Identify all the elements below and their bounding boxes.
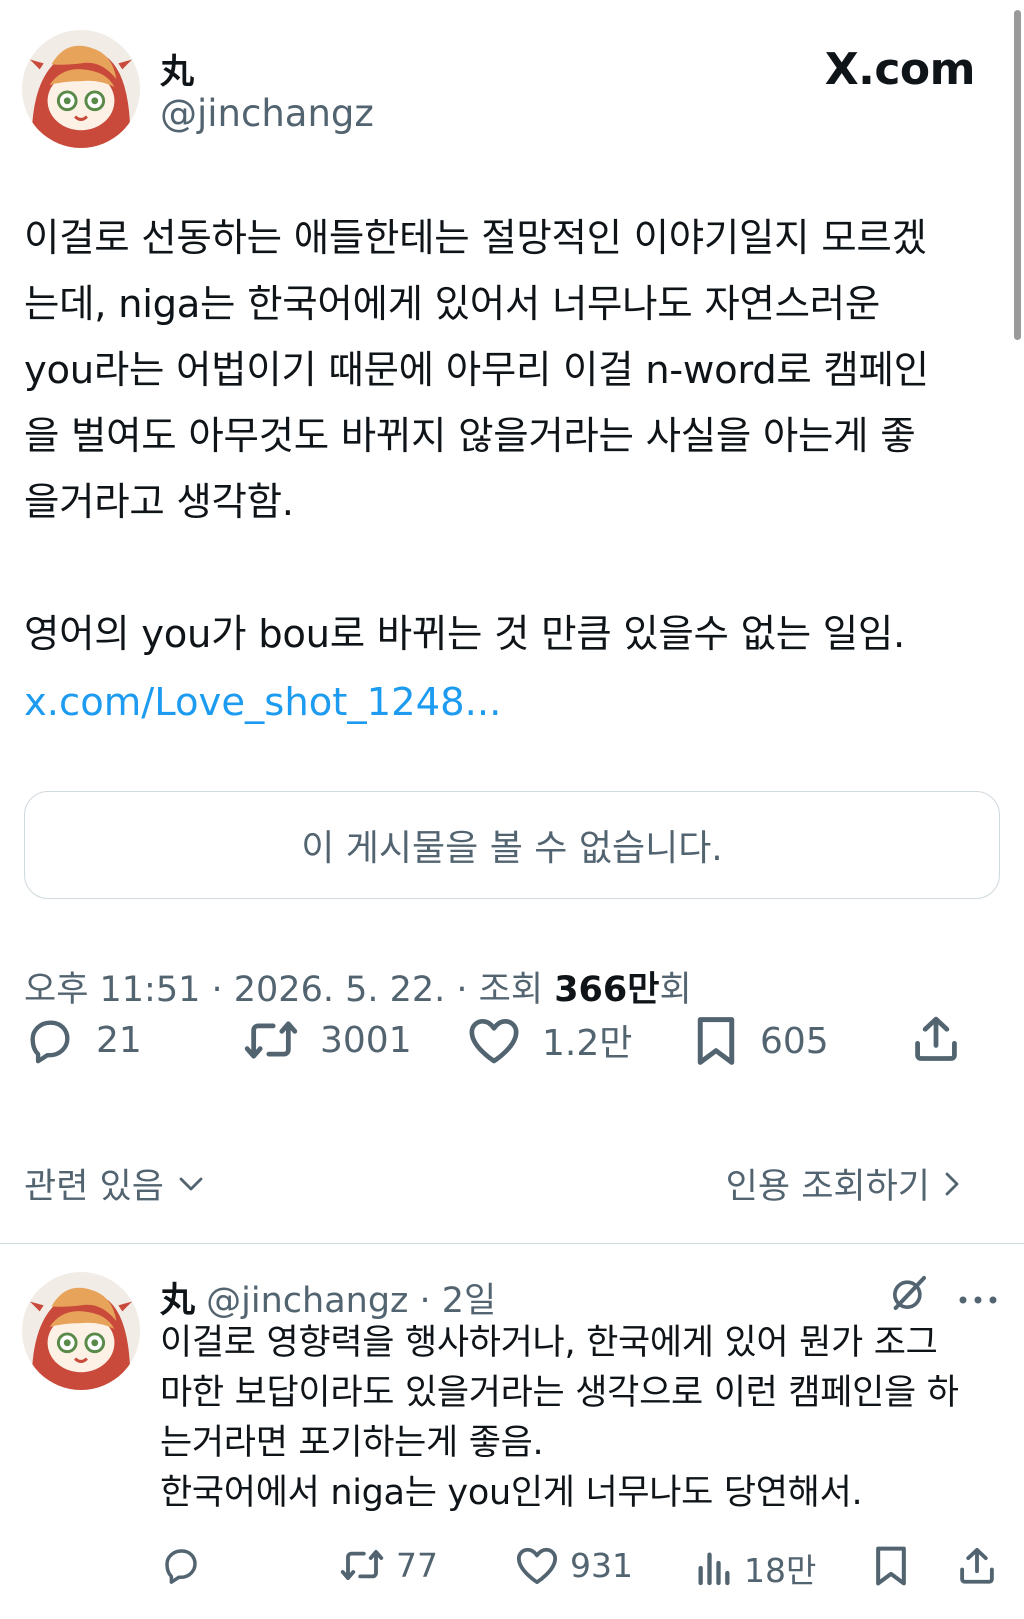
reply-text: 이걸로 영향력을 행사하거나, 한국에게 있어 뭔가 조그 마한 보답이라도 있…: [160, 1323, 959, 1513]
repost-count: 3001: [320, 1019, 412, 1061]
reply-reply-button[interactable]: [160, 1544, 202, 1586]
reply-views-button[interactable]: 18만: [694, 1544, 816, 1592]
like-count: 1.2만: [542, 1023, 633, 1064]
reply-like-count: 931: [570, 1545, 633, 1585]
quote-views-label: 인용 조회하기: [725, 1167, 930, 1207]
heart-icon: [516, 1547, 558, 1585]
reply-display-name[interactable]: 丸: [160, 1281, 195, 1321]
reply-author-avatar[interactable]: [22, 1272, 140, 1390]
analytics-icon: [698, 1552, 730, 1586]
brand-text: X.com: [824, 44, 976, 95]
grok-button[interactable]: [889, 1273, 929, 1317]
bookmark-icon: [697, 1017, 735, 1065]
reply-like-button[interactable]: 931: [514, 1544, 633, 1586]
view-count[interactable]: 366만: [554, 970, 659, 1010]
post-meta: 오후 11:51 · 2026. 5. 22. · 조회 366만회: [24, 961, 692, 1012]
reply-repost-button[interactable]: 77: [338, 1544, 438, 1586]
reply-header: 丸 @jinchangz · 2일: [160, 1272, 496, 1323]
bookmark-button[interactable]: 605: [692, 1014, 829, 1068]
bookmark-icon: [876, 1546, 906, 1586]
repost-icon: [244, 1021, 298, 1059]
heart-icon: [469, 1019, 519, 1064]
author-avatar[interactable]: [22, 30, 140, 148]
bookmark-count: 605: [760, 1020, 829, 1062]
repost-button[interactable]: 3001: [242, 1014, 412, 1066]
post-text: 이걸로 선동하는 애들한테는 절망적인 이야기일지 모르겠 는데, niga는 …: [24, 216, 929, 657]
section-divider: [0, 1243, 1024, 1244]
quote-views-link[interactable]: 인용 조회하기: [726, 1158, 960, 1209]
grok-icon: [893, 1276, 926, 1310]
post-timestamp: 오후 11:51 · 2026. 5. 22. · 조회: [24, 970, 555, 1010]
post-link[interactable]: x.com/Love_shot_1248...: [24, 670, 501, 736]
related-toggle[interactable]: 관련 있음: [24, 1158, 204, 1209]
avatar-illustration: [22, 30, 140, 148]
share-icon: [960, 1547, 994, 1584]
repost-icon: [340, 1549, 384, 1581]
more-options-button[interactable]: [958, 1290, 998, 1309]
chevron-down-icon: [179, 1177, 203, 1190]
more-icon: [959, 1296, 997, 1304]
author-handle[interactable]: @jinchangz: [160, 92, 374, 135]
avatar-illustration: [22, 1272, 140, 1390]
reply-icon: [30, 1020, 70, 1064]
reply-bookmark-button[interactable]: [872, 1544, 910, 1588]
reply-views-count: 18만: [744, 1551, 817, 1590]
reply-handle-time[interactable]: @jinchangz · 2일: [195, 1281, 496, 1321]
chevron-right-icon: [945, 1172, 959, 1195]
like-button[interactable]: 1.2만: [466, 1014, 632, 1066]
x-brand-logo: X.com: [824, 44, 976, 95]
reply-count: 21: [96, 1019, 142, 1061]
share-button[interactable]: [910, 1012, 962, 1066]
reply-icon: [165, 1549, 197, 1584]
author-display-name[interactable]: 丸: [160, 44, 194, 93]
related-label: 관련 있음: [24, 1167, 164, 1207]
reply-share-button[interactable]: [956, 1544, 998, 1588]
reply-button[interactable]: 21: [24, 1014, 142, 1066]
view-count-suffix: 회: [659, 970, 692, 1010]
share-icon: [915, 1016, 957, 1061]
unavailable-message: 이 게시물을 볼 수 없습니다.: [301, 828, 723, 869]
quoted-post-unavailable: 이 게시물을 볼 수 없습니다.: [24, 791, 1000, 899]
reply-repost-count: 77: [396, 1545, 438, 1585]
scrollbar[interactable]: [1014, 10, 1021, 340]
